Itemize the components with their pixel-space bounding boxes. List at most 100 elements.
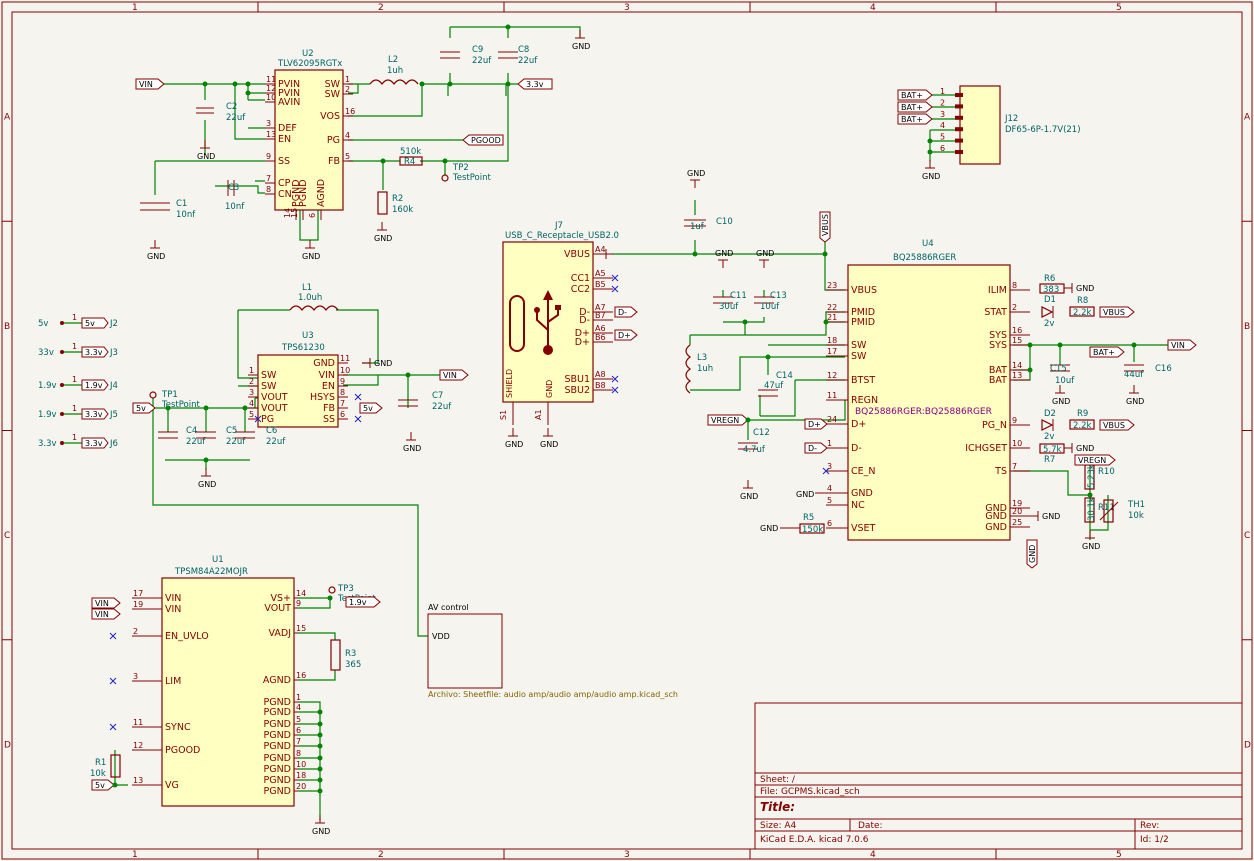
pin-name: PGND bbox=[263, 730, 291, 741]
junction-dot bbox=[317, 709, 323, 715]
pin-number: 9 bbox=[296, 599, 301, 608]
svg-text:BAT+: BAT+ bbox=[901, 91, 923, 100]
svg-text:5v: 5v bbox=[38, 319, 48, 329]
junction-dot bbox=[405, 372, 411, 378]
c11-ref: C11 bbox=[730, 291, 747, 301]
r7-value: 5.7k bbox=[1043, 445, 1062, 455]
svg-text:GND: GND bbox=[302, 252, 320, 261]
gnd-symbol: GND bbox=[740, 480, 758, 501]
net-label-vbus-vertical: VBUS bbox=[819, 211, 831, 243]
pin-name: EN bbox=[278, 134, 291, 145]
c5-ref: C5 bbox=[226, 426, 237, 436]
pin-name: PGND bbox=[263, 775, 291, 786]
pin-name: FB bbox=[328, 156, 340, 167]
svg-text:GND: GND bbox=[572, 42, 590, 51]
u4-unit: BQ25886RGER:BQ25886RGER bbox=[855, 407, 992, 417]
j7-shield-label: SHIELD bbox=[505, 369, 514, 398]
pin-name: EN_UVLO bbox=[165, 631, 209, 642]
c14-ref: C14 bbox=[776, 371, 793, 381]
th1-value: 10k bbox=[1128, 511, 1144, 521]
c15-ref: C15 bbox=[1050, 364, 1067, 374]
svg-text:D-: D- bbox=[618, 308, 627, 317]
pin-number: 6 bbox=[827, 519, 832, 528]
svg-text:GND: GND bbox=[1028, 545, 1037, 563]
r7-ref: R7 bbox=[1044, 455, 1055, 465]
r2-ref: R2 bbox=[392, 194, 403, 204]
u1-value: TPSM84A22MOJR bbox=[174, 567, 248, 577]
u4-ref: U4 bbox=[922, 239, 934, 249]
pin-number: 13 bbox=[266, 130, 276, 139]
gnd-symbol: GND bbox=[572, 30, 590, 51]
c6-value: 22uf bbox=[266, 437, 286, 447]
gnd-symbol: GND bbox=[374, 222, 392, 243]
pin-number: 4 bbox=[296, 703, 301, 712]
svg-text:5v: 5v bbox=[85, 319, 95, 328]
r1-value: 10k bbox=[90, 769, 106, 779]
junction-dot bbox=[1027, 342, 1033, 348]
pin-name: REGN bbox=[851, 395, 878, 406]
c2-value: 22uf bbox=[226, 113, 246, 123]
gnd-symbol: GND bbox=[302, 240, 320, 261]
svg-text:BAT+: BAT+ bbox=[901, 115, 923, 124]
pin-number: 16 bbox=[1012, 326, 1022, 335]
pin-number: 4 bbox=[827, 484, 832, 493]
pin-number: 5 bbox=[249, 410, 254, 419]
title-block: Sheet: / File: GCPMS.kicad_sch Title: Si… bbox=[754, 702, 1243, 850]
pin-number: 12 bbox=[133, 741, 143, 750]
connector-pin bbox=[955, 127, 963, 132]
schematic-canvas: 1122334455 A AB BC CD D U2 TLV62095RGTx 11 PV… bbox=[1, 1, 1253, 860]
pin-number: 6 bbox=[308, 213, 317, 218]
svg-text:5v: 5v bbox=[95, 781, 105, 790]
c15-value: 10uf bbox=[1055, 376, 1075, 386]
svg-text:VREGN: VREGN bbox=[1078, 456, 1106, 465]
net-label-5v: 5v bbox=[91, 779, 115, 791]
pin-name: VOUT bbox=[261, 403, 288, 414]
junction-dot bbox=[1057, 342, 1063, 348]
c16-value: 44uf bbox=[1124, 370, 1144, 380]
j7-s1: S1 bbox=[499, 410, 508, 420]
junction-dot bbox=[245, 90, 251, 96]
junction-dot bbox=[165, 405, 171, 411]
pin-name: SBU1 bbox=[564, 374, 590, 385]
net-label-vbus: VBUS bbox=[1099, 306, 1135, 318]
j12-battery-connector: J12 DF65-6P-1.7V(21) 1 2 3 4 5 6 bbox=[927, 85, 1081, 165]
net-label-gnd-vertical: GND bbox=[1026, 539, 1038, 569]
svg-text:VBUS: VBUS bbox=[1103, 308, 1125, 317]
th1-ref: TH1 bbox=[1127, 500, 1145, 510]
svg-text:GND: GND bbox=[312, 827, 330, 836]
net-label-bat: BAT+ bbox=[897, 101, 933, 113]
pin-name: CP bbox=[278, 178, 291, 189]
pin-name: D+ bbox=[851, 419, 866, 430]
gnd-symbol: GND bbox=[922, 160, 940, 181]
pin-number: 1 bbox=[940, 87, 945, 96]
c3-ref: C3 bbox=[228, 183, 239, 193]
r6-ref: R6 bbox=[1044, 274, 1055, 284]
pin-name: SYS bbox=[989, 340, 1007, 351]
tb-file: File: GCPMS.kicad_sch bbox=[760, 787, 860, 797]
pin-number: 8 bbox=[266, 185, 271, 194]
junction-dot bbox=[327, 595, 333, 601]
c13-ref: C13 bbox=[770, 291, 787, 301]
j7-a1: A1 bbox=[534, 409, 543, 420]
tp1-ref: TP1 bbox=[161, 390, 178, 400]
svg-text:3.3v: 3.3v bbox=[38, 439, 57, 449]
pin-number: 4 bbox=[249, 399, 254, 408]
junction-dot bbox=[317, 743, 323, 749]
gnd-symbol: GND bbox=[1030, 511, 1060, 521]
net-label-vregn: VREGN bbox=[1074, 454, 1116, 466]
no-connect-mark bbox=[354, 393, 362, 401]
pin-number: 18 bbox=[296, 771, 306, 780]
junction-dot bbox=[1027, 367, 1033, 373]
frame-col-top: 5 bbox=[1116, 3, 1122, 13]
pin-name: D+ bbox=[575, 337, 590, 348]
svg-text:GND: GND bbox=[1052, 397, 1070, 406]
pin-number: 9 bbox=[340, 377, 345, 386]
svg-text:3.3v: 3.3v bbox=[85, 439, 103, 448]
d1-ref: D1 bbox=[1044, 295, 1056, 305]
gnd-symbol: GND bbox=[1052, 385, 1070, 406]
av-control-sheet[interactable]: AV control VDD Archivo: Sheetfile: audio… bbox=[427, 603, 678, 699]
svg-text:J3: J3 bbox=[109, 348, 118, 358]
r5-value: 150k bbox=[802, 525, 823, 535]
pin-name: EN bbox=[322, 381, 335, 392]
pin-name: SS bbox=[278, 156, 290, 167]
